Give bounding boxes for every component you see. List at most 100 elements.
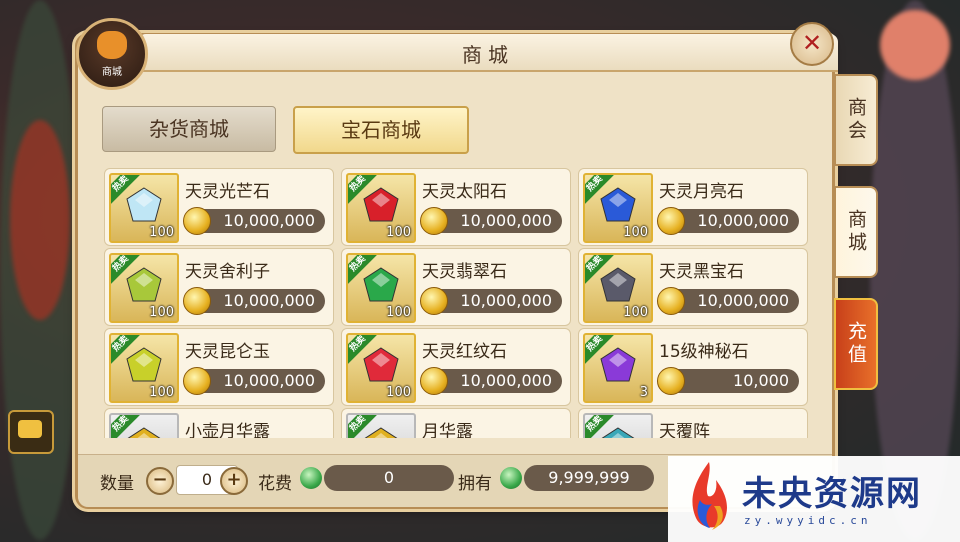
side-tab-guild-shop[interactable]: 商会 (834, 74, 878, 166)
item-price-bar: 10,000 (657, 367, 799, 395)
item-icon-slot: 热卖 3 (583, 333, 653, 403)
item-price-bar: 10,000,000 (657, 207, 799, 235)
item-icon-slot: 热卖 100 (109, 333, 179, 403)
item-price-bar: 10,000,000 (183, 287, 325, 315)
owned-value: 9,999,999 (524, 465, 654, 491)
item-name: 天灵黑宝石 (659, 262, 744, 282)
item-name: 天灵昆仑玉 (185, 342, 270, 362)
item-name: 天灵光芒石 (185, 182, 270, 202)
item-icon-slot: 热卖 100 (109, 173, 179, 243)
item-name: 天覆阵 (659, 422, 710, 438)
shop-item-card[interactable]: 热卖 100 天灵月亮石 10,000,000 (578, 168, 808, 246)
side-tab-mall[interactable]: 商城 (834, 186, 878, 278)
item-quantity: 100 (623, 225, 648, 240)
watermark-url: zy.wyyidc.cn (744, 514, 872, 527)
potion-icon (127, 427, 161, 438)
gem-jade-icon (126, 347, 162, 382)
shop-item-card[interactable]: 热卖 100 天灵光芒石 10,000,000 (104, 168, 334, 246)
item-quantity: 3 (639, 385, 648, 400)
item-price-bar: 10,000,000 (420, 207, 562, 235)
item-icon-slot: 热卖 100 (346, 173, 416, 243)
cost-label: 花费 (258, 474, 292, 494)
item-icon-slot: 热卖 100 (583, 173, 653, 243)
item-name: 天灵舍利子 (185, 262, 270, 282)
shop-item-card[interactable]: 热卖 小壶月华露 (104, 408, 334, 438)
item-icon-slot: 热卖 (583, 413, 653, 438)
gold-coin-icon (657, 367, 685, 395)
item-quantity: 100 (149, 305, 174, 320)
shop-item-card[interactable]: 热卖 天覆阵 (578, 408, 808, 438)
watermark-name: 未央资源网 (742, 474, 922, 514)
gem-red-icon (363, 347, 399, 382)
increase-button[interactable]: + (220, 467, 248, 495)
item-icon-slot: 热卖 100 (346, 253, 416, 323)
chat-icon[interactable] (8, 410, 54, 454)
badge-label: 商城 (102, 67, 122, 78)
watermark: 未央资源网 zy.wyyidc.cn (668, 456, 960, 542)
item-price: 10,000,000 (697, 211, 789, 230)
scroll-icon (601, 427, 635, 438)
item-quantity: 100 (623, 305, 648, 320)
item-price-bar: 10,000,000 (420, 287, 562, 315)
item-name: 天灵翡翠石 (422, 262, 507, 282)
item-name: 15级神秘石 (659, 342, 749, 362)
item-quantity: 100 (386, 385, 411, 400)
shop-item-card[interactable]: 热卖 100 天灵昆仑玉 10,000,000 (104, 328, 334, 406)
shop-badge: 商城 (76, 18, 148, 90)
tab-grocery-shop[interactable]: 杂货商城 (102, 106, 276, 152)
item-quantity: 100 (386, 305, 411, 320)
cost-value: 0 (324, 465, 454, 491)
gem-diamond-icon (126, 187, 162, 222)
gold-coin-icon (657, 287, 685, 315)
item-price: 10,000,000 (223, 291, 315, 310)
item-name: 小壶月华露 (185, 422, 270, 438)
page-title: 商城 (462, 43, 514, 67)
quantity-label: 数量 (100, 474, 134, 494)
shop-item-card[interactable]: 热卖 3 15级神秘石 10,000 (578, 328, 808, 406)
gem-mystic-icon (600, 347, 636, 382)
shop-item-card[interactable]: 热卖 月华露 (341, 408, 571, 438)
shop-item-card[interactable]: 热卖 100 天灵舍利子 10,000,000 (104, 248, 334, 326)
gem-moon-icon (600, 187, 636, 222)
flame-logo-icon (692, 462, 727, 530)
item-name: 天灵太阳石 (422, 182, 507, 202)
gold-coin-icon (657, 207, 685, 235)
gem-ruby-icon (363, 187, 399, 222)
owned-label: 拥有 (458, 474, 492, 494)
jade-coin-icon (500, 467, 522, 489)
gem-pearl-icon (126, 267, 162, 302)
money-bag-icon (97, 31, 127, 59)
gem-emerald-icon (363, 267, 399, 302)
shop-item-card[interactable]: 热卖 100 天灵黑宝石 10,000,000 (578, 248, 808, 326)
shop-item-card[interactable]: 热卖 100 天灵太阳石 10,000,000 (341, 168, 571, 246)
gold-coin-icon (183, 367, 211, 395)
shop-item-card[interactable]: 热卖 100 天灵翡翠石 10,000,000 (341, 248, 571, 326)
item-price: 10,000,000 (460, 291, 552, 310)
item-price-bar: 10,000,000 (183, 207, 325, 235)
item-icon-slot: 热卖 100 (583, 253, 653, 323)
item-icon-slot: 热卖 100 (346, 333, 416, 403)
item-grid: 热卖 100 天灵光芒石 10,000,000 热卖 100 天灵太阳石 10,000,000… (104, 168, 834, 438)
close-button[interactable]: ✕ (790, 22, 834, 66)
item-price: 10,000,000 (460, 211, 552, 230)
item-price: 10,000 (733, 371, 789, 390)
gold-coin-icon (183, 287, 211, 315)
tab-gem-shop[interactable]: 宝石商城 (293, 106, 469, 154)
item-quantity: 100 (149, 385, 174, 400)
gold-coin-icon (420, 207, 448, 235)
item-price: 10,000,000 (223, 211, 315, 230)
side-tab-recharge[interactable]: 充值 (834, 298, 878, 390)
shop-item-card[interactable]: 热卖 100 天灵红纹石 10,000,000 (341, 328, 571, 406)
item-name: 月华露 (422, 422, 473, 438)
item-icon-slot: 热卖 100 (109, 253, 179, 323)
potion-icon (364, 427, 398, 438)
item-price: 10,000,000 (697, 291, 789, 310)
item-quantity: 100 (149, 225, 174, 240)
item-quantity: 100 (386, 225, 411, 240)
item-icon-slot: 热卖 (109, 413, 179, 438)
item-price: 10,000,000 (223, 371, 315, 390)
shop-panel: 商城 商城 ✕ 杂货商城 宝石商城 热卖 100 天灵光芒石 10,000,000 热卖… (76, 18, 838, 507)
decrease-button[interactable]: − (146, 467, 174, 495)
item-price-bar: 10,000,000 (657, 287, 799, 315)
gold-coin-icon (183, 207, 211, 235)
